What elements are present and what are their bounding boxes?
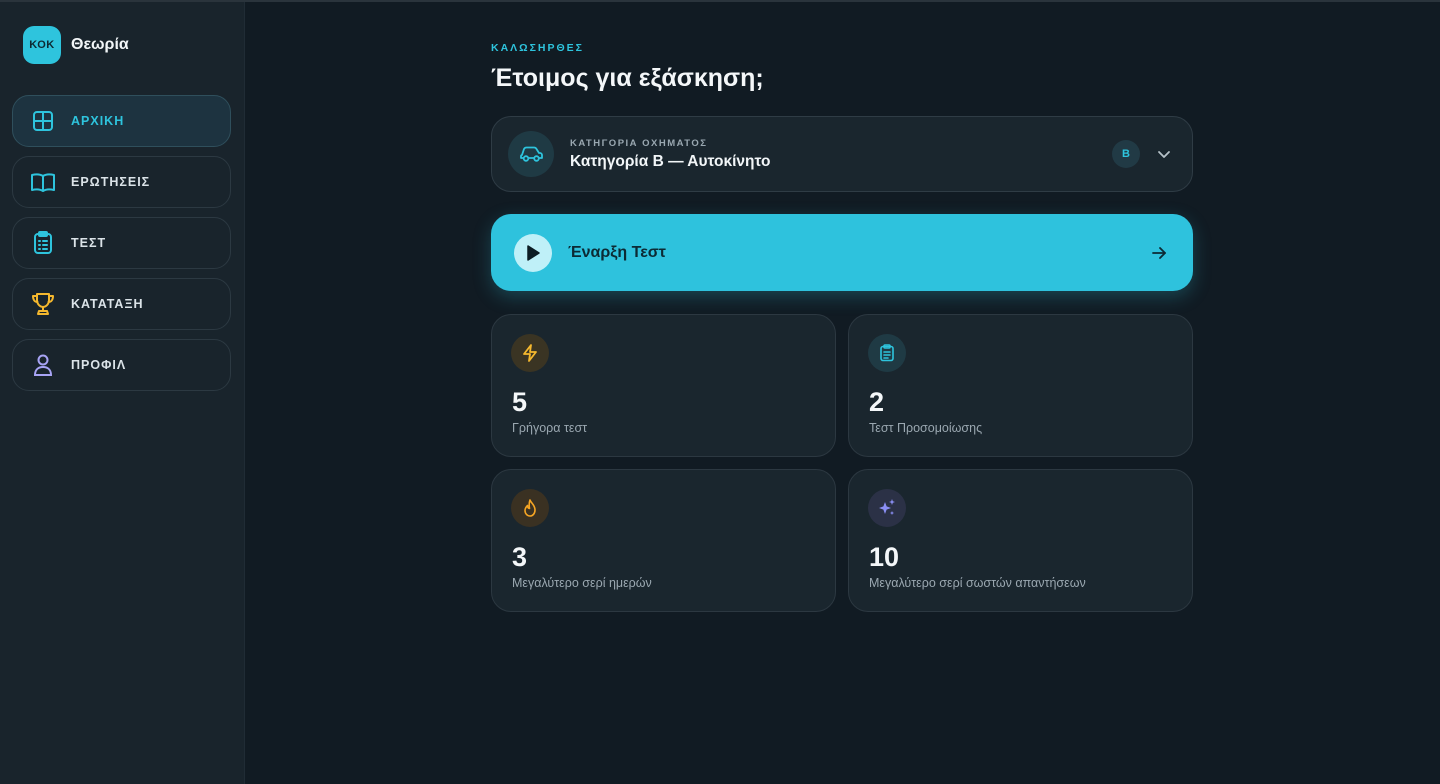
stat-value: 3 (512, 542, 528, 572)
stat-label: Μεγαλύτερο σερί σωστών απαντήσεων (869, 576, 1086, 590)
page-title: Έτοιμος για εξάσκηση; (491, 64, 764, 92)
brand-logo: ΚΟΚ (23, 26, 61, 64)
sidebar-item-questions[interactable]: ΕΡΩΤΗΣΕΙΣ (12, 156, 231, 208)
app-window: ΚΟΚ Θεωρία ΑΡΧΙΚΗ ΕΡΩΤΗΣΕΙΣ ΤΕΣΤ ΚΑΤΑΤΑΞ… (0, 0, 1440, 784)
lightning-icon (511, 334, 549, 372)
sparkles-icon (868, 489, 906, 527)
vehicle-category-selector[interactable]: ΚΑΤΗΓΟΡΙΑ ΟΧΗΜΑΤΟΣ Κατηγορία Β — Αυτοκίν… (491, 116, 1193, 192)
sidebar-item-profile[interactable]: ΠΡΟΦΙΛ (12, 339, 231, 391)
brand-name: Θεωρία (71, 36, 129, 53)
sidebar-item-leaderboard[interactable]: ΚΑΤΑΤΑΞΗ (12, 278, 231, 330)
clipboard-icon (30, 230, 56, 256)
trophy-icon (30, 291, 56, 317)
sidebar-item-label: ΑΡΧΙΚΗ (71, 114, 125, 128)
chevron-down-icon[interactable] (1152, 142, 1176, 166)
flame-icon (511, 489, 549, 527)
book-icon (30, 169, 56, 195)
sidebar-nav: ΑΡΧΙΚΗ ΕΡΩΤΗΣΕΙΣ ΤΕΣΤ ΚΑΤΑΤΑΞΗ ΠΡΟΦΙΛ (12, 95, 231, 400)
stat-label: Μεγαλύτερο σερί ημερών (512, 576, 652, 590)
category-badge: B (1112, 140, 1140, 168)
stat-card-simulation-tests[interactable]: 2 Τεστ Προσομοίωσης (848, 314, 1193, 457)
user-icon (30, 352, 56, 378)
category-text: ΚΑΤΗΓΟΡΙΑ ΟΧΗΜΑΤΟΣ Κατηγορία Β — Αυτοκίν… (570, 138, 1112, 171)
stat-value: 10 (869, 542, 900, 572)
start-test-button[interactable]: Έναρξη Τεστ (491, 214, 1193, 291)
clipboard-icon (868, 334, 906, 372)
start-test-label: Έναρξη Τεστ (568, 243, 666, 261)
stat-card-correct-streak[interactable]: 10 Μεγαλύτερο σερί σωστών απαντήσεων (848, 469, 1193, 612)
stat-card-day-streak[interactable]: 3 Μεγαλύτερο σερί ημερών (491, 469, 836, 612)
sidebar: ΚΟΚ Θεωρία ΑΡΧΙΚΗ ΕΡΩΤΗΣΕΙΣ ΤΕΣΤ ΚΑΤΑΤΑΞ… (0, 2, 245, 784)
sidebar-item-label: ΕΡΩΤΗΣΕΙΣ (71, 175, 151, 189)
category-value: Κατηγορία Β — Αυτοκίνητο (570, 152, 771, 170)
category-label: ΚΑΤΗΓΟΡΙΑ ΟΧΗΜΑΤΟΣ (570, 137, 708, 149)
stat-label: Τεστ Προσομοίωσης (869, 421, 983, 435)
sidebar-item-test[interactable]: ΤΕΣΤ (12, 217, 231, 269)
grid-icon (30, 108, 56, 134)
sidebar-item-home[interactable]: ΑΡΧΙΚΗ (12, 95, 231, 147)
car-icon (508, 131, 554, 177)
sidebar-item-label: ΠΡΟΦΙΛ (71, 358, 127, 372)
welcome-eyebrow: ΚΑΛΩΣΗΡΘΕΣ (491, 42, 584, 54)
stat-label: Γρήγορα τεστ (512, 421, 588, 435)
sidebar-item-label: ΤΕΣΤ (71, 236, 107, 250)
stat-value: 2 (869, 387, 885, 417)
sidebar-item-label: ΚΑΤΑΤΑΞΗ (71, 297, 144, 311)
stat-value: 5 (512, 387, 528, 417)
play-icon (514, 233, 552, 272)
brand[interactable]: ΚΟΚ Θεωρία (23, 26, 129, 64)
arrow-right-icon (1147, 241, 1171, 265)
stat-card-quick-tests[interactable]: 5 Γρήγορα τεστ (491, 314, 836, 457)
